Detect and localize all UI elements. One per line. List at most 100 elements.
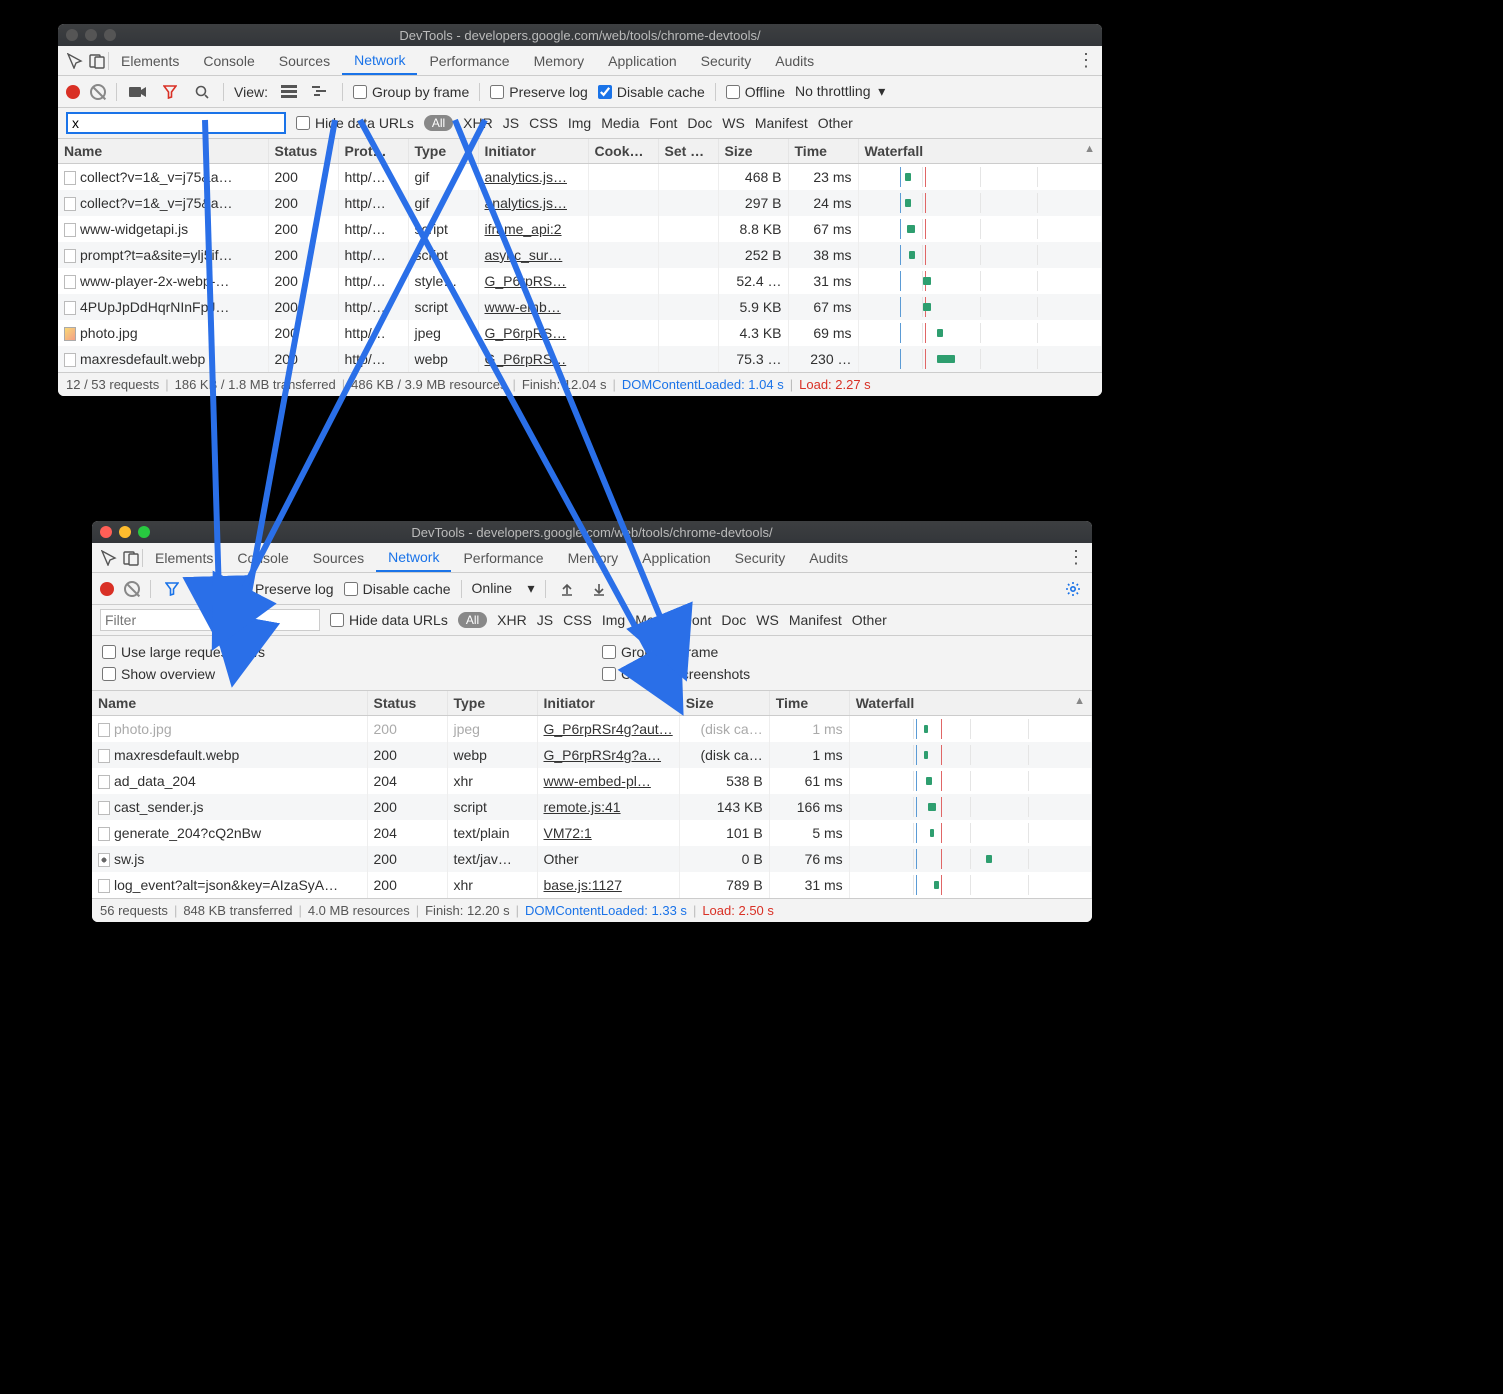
tab-audits[interactable]: Audits	[797, 543, 860, 572]
table-row[interactable]: maxresdefault.webp200webp G_P6rpRSr4g?a……	[92, 742, 1092, 768]
clear-button[interactable]	[124, 581, 140, 597]
col-name[interactable]: Name	[58, 139, 268, 164]
filter-xhr[interactable]: XHR	[497, 612, 527, 628]
tab-memory[interactable]: Memory	[556, 543, 631, 572]
col-initiator[interactable]: Initiator	[537, 691, 679, 716]
tab-application[interactable]: Application	[630, 543, 723, 572]
filter-font[interactable]: Font	[683, 612, 711, 628]
device-toggle-icon[interactable]	[120, 547, 142, 569]
throttling-select[interactable]: No throttling ▾	[795, 83, 885, 100]
filter-font[interactable]: Font	[649, 115, 677, 131]
device-toggle-icon[interactable]	[86, 50, 108, 72]
tab-elements[interactable]: Elements	[109, 46, 191, 75]
inspect-icon[interactable]	[64, 50, 86, 72]
table-row[interactable]: www-player-2x-webp-…200http/…style… G_P6…	[58, 268, 1102, 294]
col-type[interactable]: Type	[408, 139, 478, 164]
filter-media[interactable]: Media	[601, 115, 639, 131]
filter-input[interactable]	[100, 609, 320, 631]
filter-ws[interactable]: WS	[722, 115, 745, 131]
inspect-icon[interactable]	[98, 547, 120, 569]
col-time[interactable]: Time	[769, 691, 849, 716]
table-row[interactable]: log_event?alt=json&key=AIzaSyA…200xhr ba…	[92, 872, 1092, 898]
table-row[interactable]: photo.jpg200http/…jpeg G_P6rpRS… 4.3 KB6…	[58, 320, 1102, 346]
col-status[interactable]: Status	[268, 139, 338, 164]
col-size[interactable]: Size	[718, 139, 788, 164]
table-row[interactable]: generate_204?cQ2nBw204text/plain VM72:11…	[92, 820, 1092, 846]
tab-network[interactable]: Network	[342, 46, 417, 75]
col-waterfall[interactable]: Waterfall▲	[858, 139, 1102, 164]
tab-security[interactable]: Security	[723, 543, 798, 572]
window-close[interactable]	[100, 526, 112, 538]
tab-performance[interactable]: Performance	[451, 543, 555, 572]
search-icon[interactable]	[193, 578, 215, 600]
filter-js[interactable]: JS	[537, 612, 553, 628]
window-max[interactable]	[104, 29, 116, 41]
tab-sources[interactable]: Sources	[267, 46, 342, 75]
window-max[interactable]	[138, 526, 150, 538]
tab-audits[interactable]: Audits	[763, 46, 826, 75]
col-time[interactable]: Time	[788, 139, 858, 164]
filter-other[interactable]: Other	[818, 115, 853, 131]
group-by-frame-checkbox[interactable]: Group by frame	[353, 84, 469, 100]
download-har-icon[interactable]	[588, 578, 610, 600]
tab-console[interactable]: Console	[225, 543, 300, 572]
table-row[interactable]: photo.jpg200jpeg G_P6rpRSr4g?aut…(disk c…	[92, 716, 1092, 743]
table-row[interactable]: prompt?t=a&site=ylj5if…200http/…script a…	[58, 242, 1102, 268]
throttling-select[interactable]: Online ▾	[472, 580, 535, 597]
filter-all[interactable]: All	[458, 612, 487, 628]
table-row[interactable]: sw.js200text/jav… Other0 B76 ms	[92, 846, 1092, 872]
filter-input[interactable]	[66, 112, 286, 134]
col-size[interactable]: Size	[679, 691, 769, 716]
tab-sources[interactable]: Sources	[301, 543, 376, 572]
disable-cache-checkbox[interactable]: Disable cache	[598, 84, 705, 100]
table-row[interactable]: www-widgetapi.js200http/…script iframe_a…	[58, 216, 1102, 242]
col-protocol[interactable]: Prot…	[338, 139, 408, 164]
table-row[interactable]: ad_data_204204xhr www-embed-pl…538 B61 m…	[92, 768, 1092, 794]
col-initiator[interactable]: Initiator	[478, 139, 588, 164]
large-rows-checkbox[interactable]: Use large request rows	[102, 644, 582, 660]
settings-icon[interactable]	[1062, 578, 1084, 600]
filter-media[interactable]: Media	[635, 612, 673, 628]
filter-css[interactable]: CSS	[563, 612, 592, 628]
preserve-log-checkbox[interactable]: Preserve log	[490, 84, 588, 100]
filter-doc[interactable]: Doc	[687, 115, 712, 131]
camera-icon[interactable]	[127, 81, 149, 103]
offline-checkbox[interactable]: Offline	[726, 84, 785, 100]
disable-cache-checkbox[interactable]: Disable cache	[344, 581, 451, 597]
filter-other[interactable]: Other	[852, 612, 887, 628]
more-menu-icon[interactable]: ⋮	[1064, 547, 1086, 569]
show-overview-checkbox[interactable]: Show overview	[102, 666, 582, 682]
overview-icon[interactable]	[310, 81, 332, 103]
large-rows-icon[interactable]	[278, 81, 300, 103]
filter-all[interactable]: All	[424, 115, 453, 131]
filter-ws[interactable]: WS	[756, 612, 779, 628]
filter-xhr[interactable]: XHR	[463, 115, 493, 131]
clear-button[interactable]	[90, 84, 106, 100]
table-row[interactable]: collect?v=1&_v=j75&a…200http/…gif analyt…	[58, 164, 1102, 191]
record-button[interactable]	[66, 85, 80, 99]
filter-icon[interactable]	[159, 81, 181, 103]
filter-js[interactable]: JS	[503, 115, 519, 131]
table-row[interactable]: 4PUpJpDdHqrNInFpJ…200http/…script www-em…	[58, 294, 1102, 320]
filter-manifest[interactable]: Manifest	[755, 115, 808, 131]
tab-security[interactable]: Security	[689, 46, 764, 75]
col-status[interactable]: Status	[367, 691, 447, 716]
window-min[interactable]	[85, 29, 97, 41]
window-min[interactable]	[119, 526, 131, 538]
window-close[interactable]	[66, 29, 78, 41]
upload-har-icon[interactable]	[556, 578, 578, 600]
filter-img[interactable]: Img	[602, 612, 625, 628]
search-icon[interactable]	[191, 81, 213, 103]
preserve-log-checkbox[interactable]: Preserve log	[236, 581, 334, 597]
table-row[interactable]: collect?v=1&_v=j75&a…200http/…gif analyt…	[58, 190, 1102, 216]
filter-css[interactable]: CSS	[529, 115, 558, 131]
tab-application[interactable]: Application	[596, 46, 689, 75]
table-row[interactable]: cast_sender.js200script remote.js:41143 …	[92, 794, 1092, 820]
tab-elements[interactable]: Elements	[143, 543, 225, 572]
hide-data-urls-checkbox[interactable]: Hide data URLs	[330, 612, 448, 628]
filter-manifest[interactable]: Manifest	[789, 612, 842, 628]
group-by-frame-checkbox[interactable]: Group by frame	[602, 644, 1082, 660]
col-type[interactable]: Type	[447, 691, 537, 716]
hide-data-urls-checkbox[interactable]: Hide data URLs	[296, 115, 414, 131]
tab-memory[interactable]: Memory	[522, 46, 597, 75]
